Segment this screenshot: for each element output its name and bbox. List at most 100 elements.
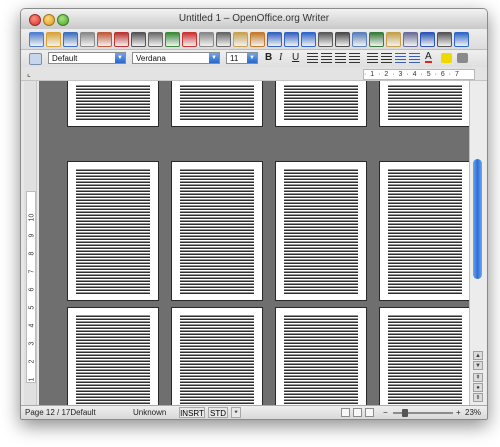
page-text-block bbox=[284, 168, 358, 294]
page-text-block bbox=[388, 84, 462, 120]
font-name-select[interactable]: Verdana ▼ bbox=[132, 52, 220, 64]
navigation-button[interactable]: ● bbox=[473, 383, 483, 392]
page-text-block bbox=[388, 314, 462, 405]
increase-indent-icon[interactable] bbox=[409, 53, 420, 63]
multi-page-view-icon[interactable] bbox=[353, 408, 362, 417]
bullets-icon[interactable] bbox=[381, 53, 392, 63]
print-icon[interactable] bbox=[131, 32, 146, 47]
horizontal-ruler[interactable]: · 1 · 2 · 3 · 4 · 5 · 6 · 7 bbox=[363, 69, 475, 80]
next-page-button[interactable]: ⇟ bbox=[473, 393, 483, 402]
selection-mode[interactable]: STD bbox=[208, 407, 228, 418]
single-page-view-icon[interactable] bbox=[341, 408, 350, 417]
document-page[interactable] bbox=[171, 161, 263, 301]
vertical-ruler-number: 7 bbox=[28, 269, 36, 274]
page-text-block bbox=[180, 84, 254, 120]
page-preview-icon[interactable] bbox=[148, 32, 163, 47]
numbering-icon[interactable] bbox=[367, 53, 378, 63]
redo-icon[interactable] bbox=[284, 32, 299, 47]
hyperlink-icon[interactable] bbox=[301, 32, 316, 47]
navigator-icon[interactable] bbox=[369, 32, 384, 47]
font-color-icon[interactable]: A bbox=[425, 52, 432, 63]
datasources-icon[interactable] bbox=[403, 32, 418, 47]
chevron-down-icon[interactable]: ▼ bbox=[247, 53, 257, 63]
copy-icon[interactable] bbox=[216, 32, 231, 47]
formatting-toolbar: Default ▼ Verdana ▼ 11 ▼ B I U A bbox=[21, 50, 487, 68]
background-color-icon[interactable] bbox=[457, 53, 468, 63]
zoom-slider-knob[interactable] bbox=[402, 409, 408, 417]
document-page[interactable] bbox=[171, 307, 263, 405]
zoom-value[interactable]: 23% bbox=[465, 408, 481, 417]
autospellcheck-icon[interactable] bbox=[182, 32, 197, 47]
zoom-out-icon[interactable]: − bbox=[383, 408, 388, 417]
page-text-block bbox=[76, 168, 150, 294]
scroll-up-button[interactable]: ▲ bbox=[473, 351, 483, 360]
document-page[interactable] bbox=[171, 81, 263, 127]
document-page[interactable] bbox=[275, 307, 367, 405]
status-bar: Page 12 / 17Default Unknown INSRT STD * … bbox=[21, 405, 487, 419]
nonprinting-characters-icon[interactable] bbox=[420, 32, 435, 47]
paragraph-style-value: Default bbox=[52, 54, 78, 63]
spellcheck-icon[interactable] bbox=[165, 32, 180, 47]
document-page[interactable] bbox=[275, 81, 367, 127]
scrollbar-thumb[interactable] bbox=[473, 159, 482, 279]
document-page[interactable] bbox=[67, 81, 159, 127]
help-icon[interactable] bbox=[454, 32, 469, 47]
vertical-ruler-number: 9 bbox=[28, 233, 36, 238]
font-name-value: Verdana bbox=[136, 54, 166, 63]
show-draw-functions-icon[interactable] bbox=[335, 32, 350, 47]
vertical-ruler-number: 5 bbox=[28, 305, 36, 310]
document-page[interactable] bbox=[67, 307, 159, 405]
document-page[interactable] bbox=[379, 307, 469, 405]
previous-page-button[interactable]: ⇞ bbox=[473, 373, 483, 382]
decrease-indent-icon[interactable] bbox=[395, 53, 406, 63]
chevron-down-icon[interactable]: ▼ bbox=[209, 53, 219, 63]
page-status[interactable]: Page 12 / 17Default bbox=[25, 408, 96, 417]
new-document-icon[interactable] bbox=[29, 32, 44, 47]
vertical-scrollbar[interactable]: ▲ ▼ ⇞ ● ⇟ bbox=[469, 81, 486, 405]
find-replace-icon[interactable] bbox=[352, 32, 367, 47]
email-icon[interactable] bbox=[80, 32, 95, 47]
bold-button[interactable]: B bbox=[265, 52, 272, 63]
undo-icon[interactable] bbox=[267, 32, 282, 47]
table-icon[interactable] bbox=[318, 32, 333, 47]
gallery-icon[interactable] bbox=[386, 32, 401, 47]
document-page[interactable] bbox=[379, 81, 469, 127]
align-right-icon[interactable] bbox=[335, 53, 346, 63]
tab-stop-icon[interactable]: ⌞ bbox=[27, 69, 31, 78]
title-bar[interactable]: Untitled 1 – OpenOffice.org Writer bbox=[21, 9, 487, 30]
zoom-icon[interactable] bbox=[437, 32, 452, 47]
underline-button[interactable]: U bbox=[292, 52, 299, 63]
vertical-ruler[interactable]: 1 2 3 4 5 6 7 8 9 10 bbox=[24, 81, 37, 405]
align-left-icon[interactable] bbox=[307, 53, 318, 63]
zoom-in-icon[interactable]: + bbox=[456, 408, 461, 417]
save-icon[interactable] bbox=[63, 32, 78, 47]
document-area[interactable] bbox=[39, 81, 469, 405]
chevron-down-icon[interactable]: ▼ bbox=[115, 53, 125, 63]
styles-formatting-icon[interactable] bbox=[29, 53, 42, 65]
paste-icon[interactable] bbox=[233, 32, 248, 47]
align-center-icon[interactable] bbox=[321, 53, 332, 63]
cut-icon[interactable] bbox=[199, 32, 214, 47]
document-modified-icon[interactable]: * bbox=[231, 407, 241, 418]
scroll-down-button[interactable]: ▼ bbox=[473, 361, 483, 370]
book-view-icon[interactable] bbox=[365, 408, 374, 417]
language-status[interactable]: Unknown bbox=[133, 408, 166, 417]
vertical-ruler-number: 10 bbox=[28, 213, 36, 222]
font-size-value: 11 bbox=[230, 54, 239, 63]
vertical-ruler-number: 3 bbox=[28, 341, 36, 346]
insert-mode[interactable]: INSRT bbox=[179, 407, 205, 418]
document-page[interactable] bbox=[275, 161, 367, 301]
paragraph-style-select[interactable]: Default ▼ bbox=[48, 52, 126, 64]
document-page[interactable] bbox=[67, 161, 159, 301]
edit-file-icon[interactable] bbox=[97, 32, 112, 47]
italic-button[interactable]: I bbox=[279, 52, 282, 63]
document-page[interactable] bbox=[379, 161, 469, 301]
vertical-ruler-number: 6 bbox=[28, 287, 36, 292]
open-icon[interactable] bbox=[46, 32, 61, 47]
highlighting-icon[interactable] bbox=[441, 53, 452, 63]
format-paintbrush-icon[interactable] bbox=[250, 32, 265, 47]
export-pdf-icon[interactable] bbox=[114, 32, 129, 47]
font-size-select[interactable]: 11 ▼ bbox=[226, 52, 258, 64]
justify-icon[interactable] bbox=[349, 53, 360, 63]
vertical-ruler-number: 1 bbox=[28, 377, 36, 382]
